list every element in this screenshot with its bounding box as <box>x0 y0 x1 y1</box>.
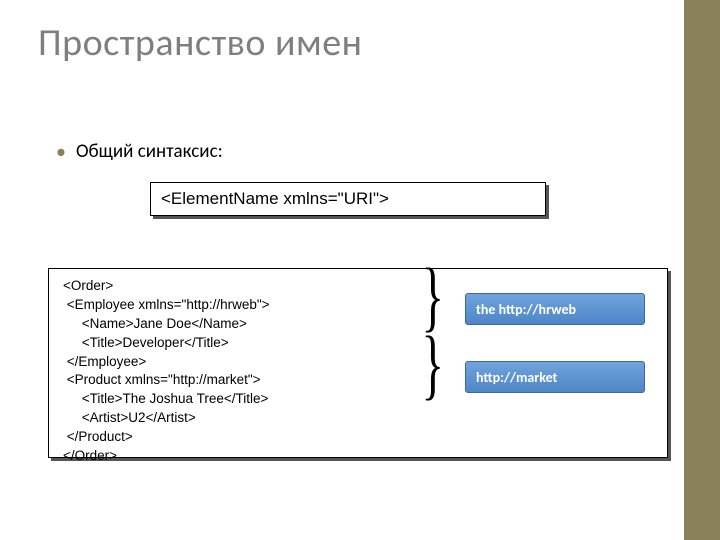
bullet-dot: • <box>56 142 66 162</box>
brace-icon: } <box>421 319 443 409</box>
accent-bar <box>684 0 720 540</box>
code-example-box: <Order> <Employee xmlns="http://hrweb"> … <box>48 268 668 458</box>
label-text: http://market <box>476 369 557 386</box>
slide-title: Пространство имен <box>38 20 362 66</box>
label-text: the http://hrweb <box>476 301 576 318</box>
syntax-box: <ElementName xmlns="URI"> <box>150 182 546 216</box>
code-text: <Order> <Employee xmlns="http://hrweb"> … <box>63 277 270 466</box>
namespace-label-hrweb: the http://hrweb <box>465 293 645 325</box>
bullet-text: Общий синтаксис: <box>76 140 223 163</box>
syntax-text: <ElementName xmlns="URI"> <box>161 189 389 209</box>
bullet-row: • Общий синтаксис: <box>56 140 223 163</box>
namespace-label-market: http://market <box>465 361 645 393</box>
